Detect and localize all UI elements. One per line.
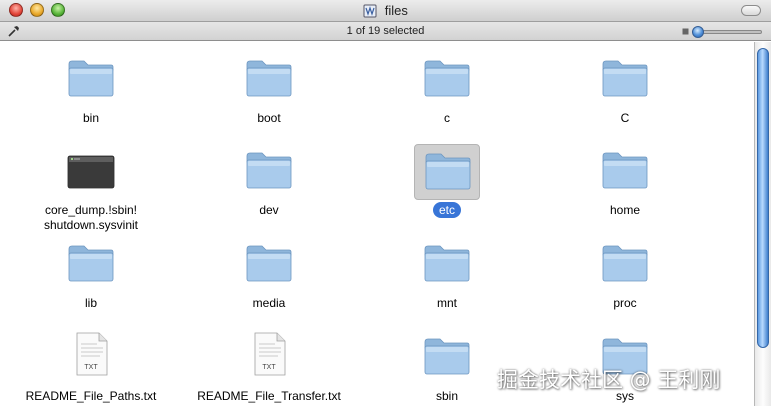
folder-icon-wrap — [236, 144, 302, 200]
icon-size-slider-knob[interactable] — [692, 26, 704, 38]
folder-icon-wrap — [236, 237, 302, 293]
folder-label: etc — [372, 202, 522, 218]
folder-label: dev — [259, 203, 279, 217]
folder-icon-wrap — [414, 52, 480, 108]
selection-count: 1 of 19 selected — [346, 25, 425, 37]
txt-badge: TXT — [84, 364, 98, 371]
folder-icon-wrap — [592, 52, 658, 108]
folder-icon — [425, 153, 471, 190]
folder-label: media — [252, 296, 286, 310]
folder-icon — [68, 245, 114, 282]
folder-icon-wrap — [414, 237, 480, 293]
folder-label: boot — [257, 111, 281, 125]
folder-icon — [424, 245, 470, 282]
folder-icon — [424, 338, 470, 375]
vertical-scrollbar[interactable] — [754, 42, 771, 406]
window-title-group: files — [0, 3, 771, 19]
folder-label: lib — [84, 296, 97, 310]
file-label: core_dump.!sbin! shutdown.sysvinit — [43, 203, 139, 232]
folder-icon — [424, 60, 470, 97]
folder-item[interactable]: c — [372, 50, 522, 140]
folder-icon — [602, 152, 648, 189]
file-item[interactable]: TXT README_File_Transfer.txt — [194, 328, 344, 406]
folder-label: c — [444, 111, 450, 125]
folder-label: proc — [613, 296, 637, 310]
folder-icon-wrap — [592, 144, 658, 200]
executable-icon — [67, 155, 115, 189]
folder-label: mnt — [436, 296, 457, 310]
folder-item[interactable]: lib — [16, 235, 166, 325]
folder-label: C — [620, 111, 630, 125]
folder-icon — [246, 60, 292, 97]
folder-icon — [602, 60, 648, 97]
folder-icon — [68, 60, 114, 97]
file-icon-wrap — [58, 144, 124, 200]
folder-item[interactable]: media — [194, 235, 344, 325]
txt-badge: TXT — [262, 364, 276, 371]
scrollbar-thumb[interactable] — [757, 48, 769, 348]
folder-label: home — [609, 203, 641, 217]
file-icon-wrap: TXT — [58, 330, 124, 386]
folder-item[interactable]: proc — [550, 235, 700, 325]
folder-icon-wrap — [236, 52, 302, 108]
file-item[interactable]: core_dump.!sbin! shutdown.sysvinit — [16, 142, 166, 232]
folder-item[interactable]: home — [550, 142, 700, 232]
folder-icon — [602, 245, 648, 282]
folder-item[interactable]: C — [550, 50, 700, 140]
folder-icon — [246, 152, 292, 189]
folder-item[interactable]: dev — [194, 142, 344, 232]
folder-icon-wrap — [414, 330, 480, 386]
folder-item[interactable]: bin — [16, 50, 166, 140]
folder-label: bin — [82, 111, 99, 125]
watermark: 掘金技术社区 @ 王利刚 — [497, 368, 721, 392]
folder-icon-wrap — [58, 237, 124, 293]
selection-highlight — [414, 144, 480, 200]
small-icon-size-icon — [682, 28, 689, 35]
folder-item[interactable]: mnt — [372, 235, 522, 325]
file-label: README_File_Transfer.txt — [197, 389, 341, 403]
file-label: README_File_Paths.txt — [25, 389, 157, 403]
toolbar-toggle-button[interactable] — [741, 5, 761, 16]
folder-item[interactable]: boot — [194, 50, 344, 140]
file-item[interactable]: TXT README_File_Paths.txt — [16, 328, 166, 406]
folder-icon-wrap — [58, 52, 124, 108]
folder-icon — [246, 245, 292, 282]
disk-image-icon — [363, 4, 377, 18]
file-icon-wrap: TXT — [236, 330, 302, 386]
file-grid: bin boot c C core_dump.!sbin! shutdown.s… — [0, 42, 754, 406]
selected-label: etc — [432, 202, 461, 218]
folder-item-selected[interactable]: etc — [372, 142, 522, 232]
status-bar: 1 of 19 selected — [0, 22, 771, 41]
window-title: files — [384, 3, 408, 18]
folder-icon-wrap — [592, 237, 658, 293]
title-bar: files — [0, 0, 771, 22]
